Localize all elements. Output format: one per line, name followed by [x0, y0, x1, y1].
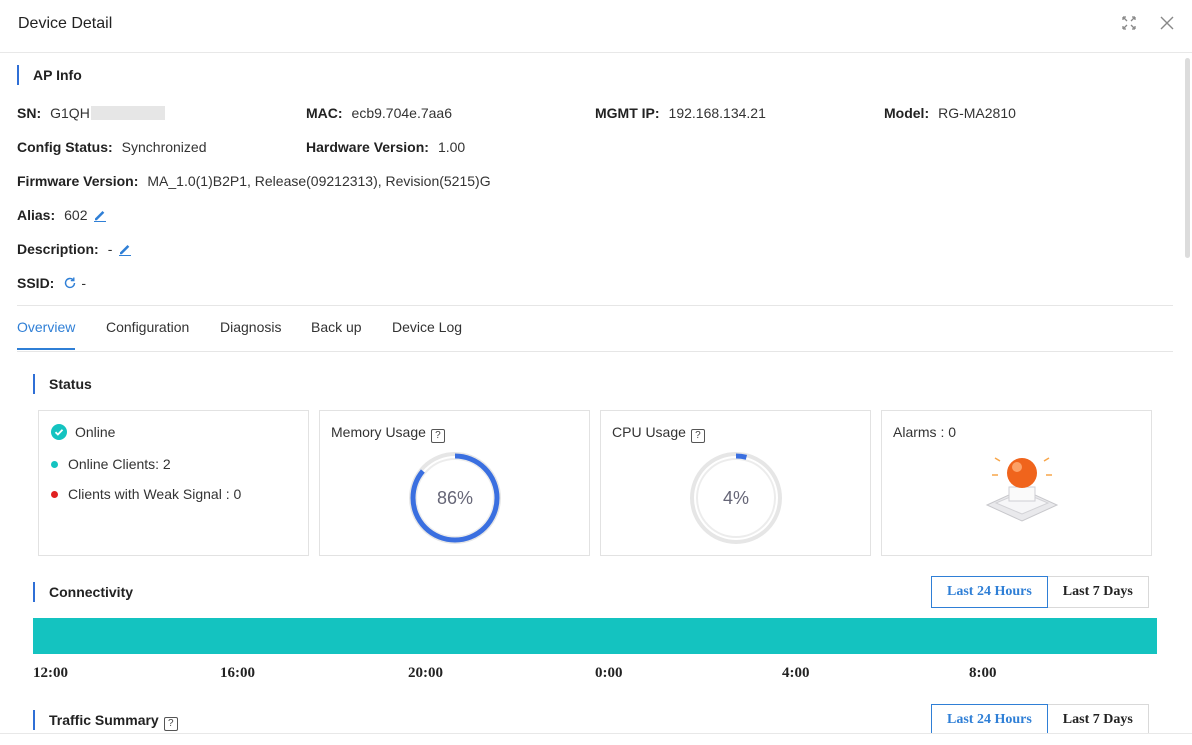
- description-edit-icon[interactable]: [118, 242, 132, 256]
- alarms-card: Alarms : 0: [881, 410, 1152, 556]
- ap-info-title: AP Info: [17, 65, 82, 85]
- dialog-header: Device Detail: [0, 0, 1192, 53]
- close-icon[interactable]: [1158, 14, 1176, 32]
- config-status-value: Synchronized: [121, 139, 207, 155]
- alias-label: Alias:: [17, 207, 56, 223]
- cpu-card: CPU Usage? 4%: [600, 410, 871, 556]
- online-clients: Online Clients: 2: [51, 456, 171, 472]
- dialog-footer-mask: [0, 733, 1192, 745]
- mac-field: MAC: ecb9.704e.7aa6: [306, 104, 452, 122]
- sn-value: G1QH: [50, 105, 90, 121]
- description-value: -: [107, 241, 113, 257]
- online-card: Online Online Clients: 2 Clients with We…: [38, 410, 309, 556]
- help-icon[interactable]: ?: [163, 717, 178, 731]
- online-status: Online: [51, 424, 115, 440]
- tick-label: 0:00: [595, 665, 623, 681]
- mac-label: MAC:: [306, 105, 343, 121]
- tick-label: 8:00: [969, 665, 997, 681]
- tick-label: 16:00: [220, 665, 255, 681]
- connectivity-last-24-hours-button[interactable]: Last 24 Hours: [931, 576, 1048, 608]
- tab-diagnosis[interactable]: Diagnosis: [220, 307, 281, 350]
- ssid-field: SSID: -: [17, 274, 86, 292]
- connectivity-range-toggle: Last 24 Hours Last 7 Days: [931, 576, 1149, 608]
- traffic-range-toggle: Last 24 Hours Last 7 Days: [931, 704, 1149, 736]
- status-title: Status: [33, 374, 92, 394]
- firmware-version-value: MA_1.0(1)B2P1, Release(09212313), Revisi…: [147, 173, 491, 189]
- memory-gauge: 86%: [409, 452, 501, 544]
- config-status-label: Config Status:: [17, 139, 113, 155]
- maximize-icon[interactable]: [1120, 14, 1138, 32]
- model-value: RG-MA2810: [938, 105, 1016, 121]
- connectivity-title: Connectivity: [33, 582, 133, 602]
- tab-backup[interactable]: Back up: [311, 307, 362, 350]
- weak-dot-icon: [51, 491, 58, 498]
- description-label: Description:: [17, 241, 99, 257]
- hardware-version-field: Hardware Version: 1.00: [306, 138, 465, 156]
- check-circle-icon: [51, 424, 67, 440]
- model-label: Model:: [884, 105, 930, 121]
- mgmt-ip-field: MGMT IP: 192.168.134.21: [595, 104, 766, 122]
- hardware-version-label: Hardware Version:: [306, 139, 429, 155]
- refresh-icon[interactable]: [63, 276, 77, 290]
- tab-configuration[interactable]: Configuration: [106, 307, 189, 350]
- help-icon[interactable]: ?: [690, 429, 705, 443]
- traffic-last-7-days-button[interactable]: Last 7 Days: [1047, 704, 1149, 736]
- tab-device-log[interactable]: Device Log: [392, 307, 462, 350]
- online-clients-text: Online Clients: 2: [68, 456, 171, 472]
- sn-label: SN:: [17, 105, 42, 121]
- alarms-title: Alarms : 0: [893, 424, 957, 440]
- firmware-version-field: Firmware Version: MA_1.0(1)B2P1, Release(…: [17, 172, 491, 190]
- ssid-value: -: [81, 275, 87, 291]
- memory-value: 86%: [437, 488, 473, 508]
- memory-card: Memory Usage? 86%: [319, 410, 590, 556]
- connectivity-bar: [33, 618, 1157, 654]
- connectivity-last-7-days-button[interactable]: Last 7 Days: [1047, 576, 1149, 608]
- weak-signal-text: Clients with Weak Signal : 0: [68, 486, 242, 502]
- cpu-value: 4%: [723, 488, 749, 508]
- hardware-version-value: 1.00: [437, 139, 466, 155]
- alarm-light-icon: [985, 457, 1059, 522]
- traffic-summary-title: Traffic Summary?: [33, 710, 178, 731]
- help-icon[interactable]: ?: [430, 429, 445, 443]
- traffic-last-24-hours-button[interactable]: Last 24 Hours: [931, 704, 1048, 736]
- dialog-title: Device Detail: [18, 15, 113, 32]
- mgmt-ip-value: 192.168.134.21: [668, 105, 766, 121]
- model-field: Model: RG-MA2810: [884, 104, 1016, 122]
- tabs-divider: [17, 351, 1173, 352]
- cpu-gauge: 4%: [690, 452, 782, 544]
- sn-field: SN: G1QH: [17, 104, 165, 122]
- mac-value: ecb9.704e.7aa6: [351, 105, 452, 121]
- tab-overview[interactable]: Overview: [17, 307, 76, 350]
- online-label: Online: [75, 424, 116, 440]
- dialog-bottom-border: [0, 733, 1192, 734]
- config-status-field: Config Status: Synchronized: [17, 138, 206, 156]
- scrollbar[interactable]: [1185, 58, 1190, 258]
- alias-field: Alias: 602: [17, 206, 107, 224]
- memory-title: Memory Usage?: [331, 424, 445, 443]
- tick-label: 20:00: [408, 665, 443, 681]
- ssid-label: SSID:: [17, 275, 55, 291]
- cpu-title: CPU Usage?: [612, 424, 705, 443]
- online-dot-icon: [51, 461, 58, 468]
- divider: [17, 305, 1173, 306]
- firmware-version-label: Firmware Version:: [17, 173, 139, 189]
- description-field: Description: -: [17, 240, 132, 258]
- tick-label: 12:00: [33, 665, 68, 681]
- sn-redacted: [90, 106, 165, 120]
- mgmt-ip-label: MGMT IP:: [595, 105, 660, 121]
- weak-signal-clients: Clients with Weak Signal : 0: [51, 486, 241, 502]
- alias-value: 602: [64, 207, 88, 223]
- tick-label: 4:00: [782, 665, 810, 681]
- alias-edit-icon[interactable]: [93, 208, 107, 222]
